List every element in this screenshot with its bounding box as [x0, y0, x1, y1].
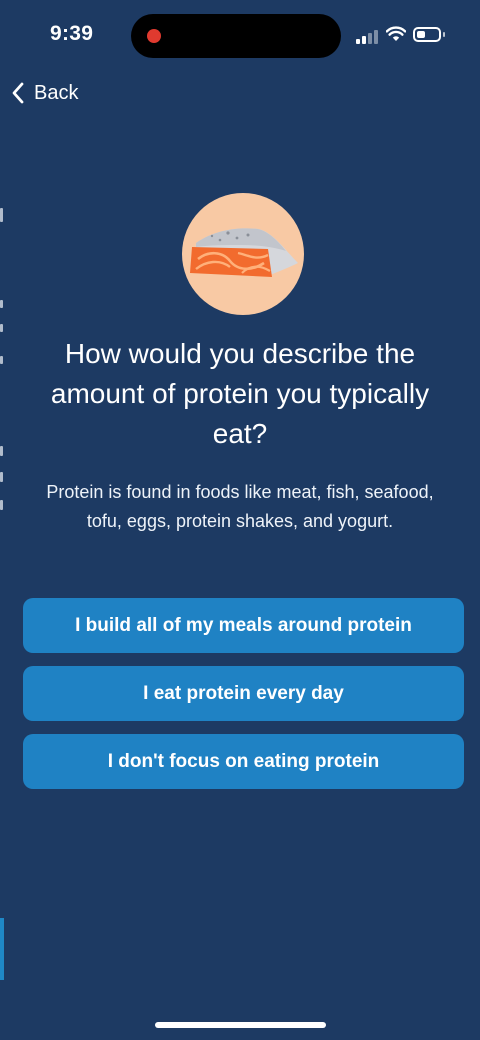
battery-icon	[413, 27, 441, 42]
background-screen-edge	[0, 200, 8, 520]
background-screen-accent	[0, 918, 4, 980]
dynamic-island	[131, 14, 341, 58]
wifi-icon	[386, 26, 406, 41]
option-dont-focus-on-protein[interactable]: I don't focus on eating protein	[23, 734, 464, 789]
question-title: How would you describe the amount of pro…	[50, 338, 430, 449]
option-label: I build all of my meals around protein	[75, 614, 412, 636]
status-time: 9:39	[50, 22, 94, 45]
home-indicator[interactable]	[155, 1022, 326, 1028]
back-button[interactable]: Back	[10, 78, 78, 108]
back-label: Back	[34, 81, 79, 104]
option-build-meals-around-protein[interactable]: I build all of my meals around protein	[23, 598, 464, 653]
chevron-left-icon	[12, 82, 24, 104]
salmon-fillet-icon	[182, 193, 304, 315]
battery-cap	[443, 32, 445, 37]
signal-icon	[356, 28, 380, 44]
option-label: I eat protein every day	[143, 682, 344, 704]
question-subtitle: Protein is found in foods like meat, fis…	[46, 482, 434, 531]
option-label: I don't focus on eating protein	[107, 750, 380, 772]
option-eat-protein-every-day[interactable]: I eat protein every day	[23, 666, 464, 721]
status-bar: 9:39	[0, 0, 480, 70]
recording-indicator	[147, 29, 161, 43]
